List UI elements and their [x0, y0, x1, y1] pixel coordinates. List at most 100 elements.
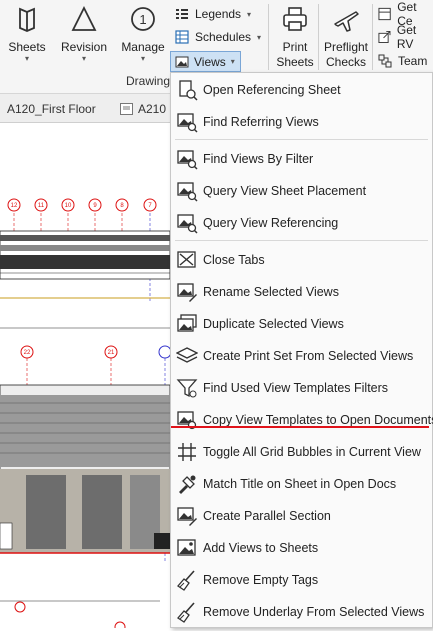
menu-item-label: Open Referencing Sheet	[203, 83, 341, 97]
get-ce-button[interactable]: Get Ce	[378, 0, 433, 28]
menu-item-label: Create Parallel Section	[203, 509, 331, 523]
grid-bubble-label: 21	[108, 350, 115, 356]
menu-item-copy-view-templates[interactable]: Copy View Templates to Open Documents	[171, 405, 433, 435]
team-icon	[378, 54, 392, 68]
broom-icon	[177, 570, 195, 591]
revision-button[interactable]: Revision ▾	[58, 4, 110, 63]
query-view-icon	[177, 182, 198, 202]
team-label: Team	[398, 54, 428, 68]
share-icon	[378, 31, 391, 43]
ribbon-divider	[268, 4, 269, 70]
menu-item-label: Find Used View Templates Filters	[203, 381, 389, 395]
broom-underlay-icon	[177, 602, 195, 623]
highlight-underline	[171, 426, 429, 428]
menu-item-open-referencing-sheet[interactable]: Open Referencing Sheet	[171, 75, 432, 105]
menu-item-label: Add Views to Sheets	[203, 541, 319, 555]
sheets-label: Sheets	[8, 40, 46, 54]
get-rv-label: Get RV	[396, 23, 417, 51]
menu-item-find-referring-views[interactable]: Find Referring Views	[171, 107, 432, 137]
grid-bubble-label: 12	[11, 203, 18, 209]
menu-item-label: Match Title on Sheet in Open Docs	[203, 477, 397, 491]
cell-icon	[378, 7, 391, 21]
views-button[interactable]: Views ▾	[170, 51, 241, 72]
get-rv-button[interactable]: Get RV	[378, 23, 433, 51]
menu-item-query-view-referencing[interactable]: Query View Referencing	[171, 208, 432, 238]
menu-item-label: Remove Underlay From Selected Views	[203, 605, 425, 619]
chevron-down-icon: ▾	[230, 57, 235, 66]
views-dropdown-menu: Open Referencing Sheet Find Referring Vi…	[170, 72, 433, 628]
menu-item-find-used-view-templates-filters[interactable]: Find Used View Templates Filters	[171, 373, 432, 403]
book-icon	[19, 7, 35, 32]
menu-item-duplicate-selected-views[interactable]: Duplicate Selected Views	[171, 309, 432, 339]
print-label-2: Sheets	[276, 55, 314, 69]
chevron-down-icon: ▾	[140, 54, 145, 63]
menu-item-label: Duplicate Selected Views	[203, 317, 344, 331]
manage-button[interactable]: 1 Manage ▾	[118, 4, 168, 63]
printer-icon	[283, 7, 307, 31]
query-ref-icon	[177, 214, 198, 234]
lower-elevation	[0, 384, 171, 554]
menu-item-label: Close Tabs	[203, 253, 265, 267]
menu-item-label: Query View Referencing	[203, 216, 339, 230]
tab-first-floor[interactable]: A120_First Floor	[7, 102, 96, 116]
menu-item-toggle-grid-bubbles[interactable]: Toggle All Grid Bubbles in Current View	[171, 437, 432, 467]
preflight-label-2: Checks	[325, 55, 366, 69]
schedules-button[interactable]: Schedules ▾	[175, 27, 261, 47]
drawing-bottom-bubbles	[0, 600, 160, 631]
menu-item-label: Find Views By Filter	[203, 152, 314, 166]
menu-item-match-title-on-sheet[interactable]: Match Title on Sheet in Open Docs	[171, 469, 432, 499]
add-views-icon	[177, 539, 196, 556]
menu-separator	[175, 139, 428, 140]
grid-bubble-label: 22	[24, 350, 31, 356]
revision-label: Revision	[60, 40, 108, 54]
menu-item-label: Create Print Set From Selected Views	[203, 349, 414, 363]
find-view-icon	[177, 113, 198, 133]
print-sheets-button[interactable]: Print Sheets	[273, 4, 317, 70]
team-button[interactable]: Team ▾	[378, 51, 433, 71]
menu-item-label: Find Referring Views	[203, 115, 319, 129]
views-label: Views	[194, 54, 226, 69]
tab-a210[interactable]: A210	[120, 102, 166, 116]
ribbon-divider	[318, 4, 319, 70]
sheet-tab-icon	[120, 103, 133, 115]
duplicate-icon	[177, 314, 197, 332]
manage-label: Manage	[121, 40, 165, 54]
preflight-label-1: Preflight	[323, 40, 369, 54]
menu-item-create-print-set[interactable]: Create Print Set From Selected Views	[171, 341, 432, 371]
print-label-1: Print	[282, 40, 308, 54]
menu-item-query-view-sheet-placement[interactable]: Query View Sheet Placement	[171, 176, 432, 206]
legends-button[interactable]: Legends ▾	[175, 4, 251, 24]
numbered-circle-icon: 1	[131, 7, 155, 31]
menu-item-rename-selected-views[interactable]: Rename Selected Views	[171, 277, 432, 307]
chevron-down-icon: ▾	[257, 32, 262, 42]
match-title-icon	[179, 475, 196, 494]
tab-label: A210	[138, 102, 167, 116]
menu-item-label: Remove Empty Tags	[203, 573, 319, 587]
close-tabs-icon	[177, 251, 196, 268]
chevron-down-icon: ▾	[247, 9, 252, 19]
sheets-button[interactable]: Sheets ▾	[6, 4, 48, 63]
preflight-checks-button[interactable]: Preflight Checks	[321, 4, 371, 70]
svg-text:1: 1	[139, 12, 146, 27]
funnel-icon	[176, 379, 198, 398]
ribbon-group-label: Drawing	[126, 74, 171, 88]
chevron-down-icon: ▾	[81, 54, 86, 63]
grid-icon	[178, 443, 196, 461]
menu-item-find-views-by-filter[interactable]: Find Views By Filter	[171, 144, 432, 174]
grid-bubble-label: 10	[65, 203, 72, 209]
menu-item-close-tabs[interactable]: Close Tabs	[171, 245, 432, 275]
section-icon	[177, 507, 197, 526]
grid-bubble-label: 11	[38, 203, 45, 209]
airplane-icon	[334, 11, 359, 32]
menu-item-remove-underlay[interactable]: Remove Underlay From Selected Views	[171, 597, 432, 627]
schedules-label: Schedules	[195, 30, 252, 44]
filter-view-icon	[177, 150, 198, 170]
menu-item-create-parallel-section[interactable]: Create Parallel Section	[171, 501, 432, 531]
menu-item-label: Toggle All Grid Bubbles in Current View	[203, 445, 421, 459]
rename-icon	[177, 283, 197, 302]
menu-item-label: Rename Selected Views	[203, 285, 339, 299]
menu-item-remove-empty-tags[interactable]: Remove Empty Tags	[171, 565, 432, 595]
legends-label: Legends	[195, 7, 242, 21]
menu-item-add-views-to-sheets[interactable]: Add Views to Sheets	[171, 533, 432, 563]
schedule-icon	[175, 30, 189, 44]
